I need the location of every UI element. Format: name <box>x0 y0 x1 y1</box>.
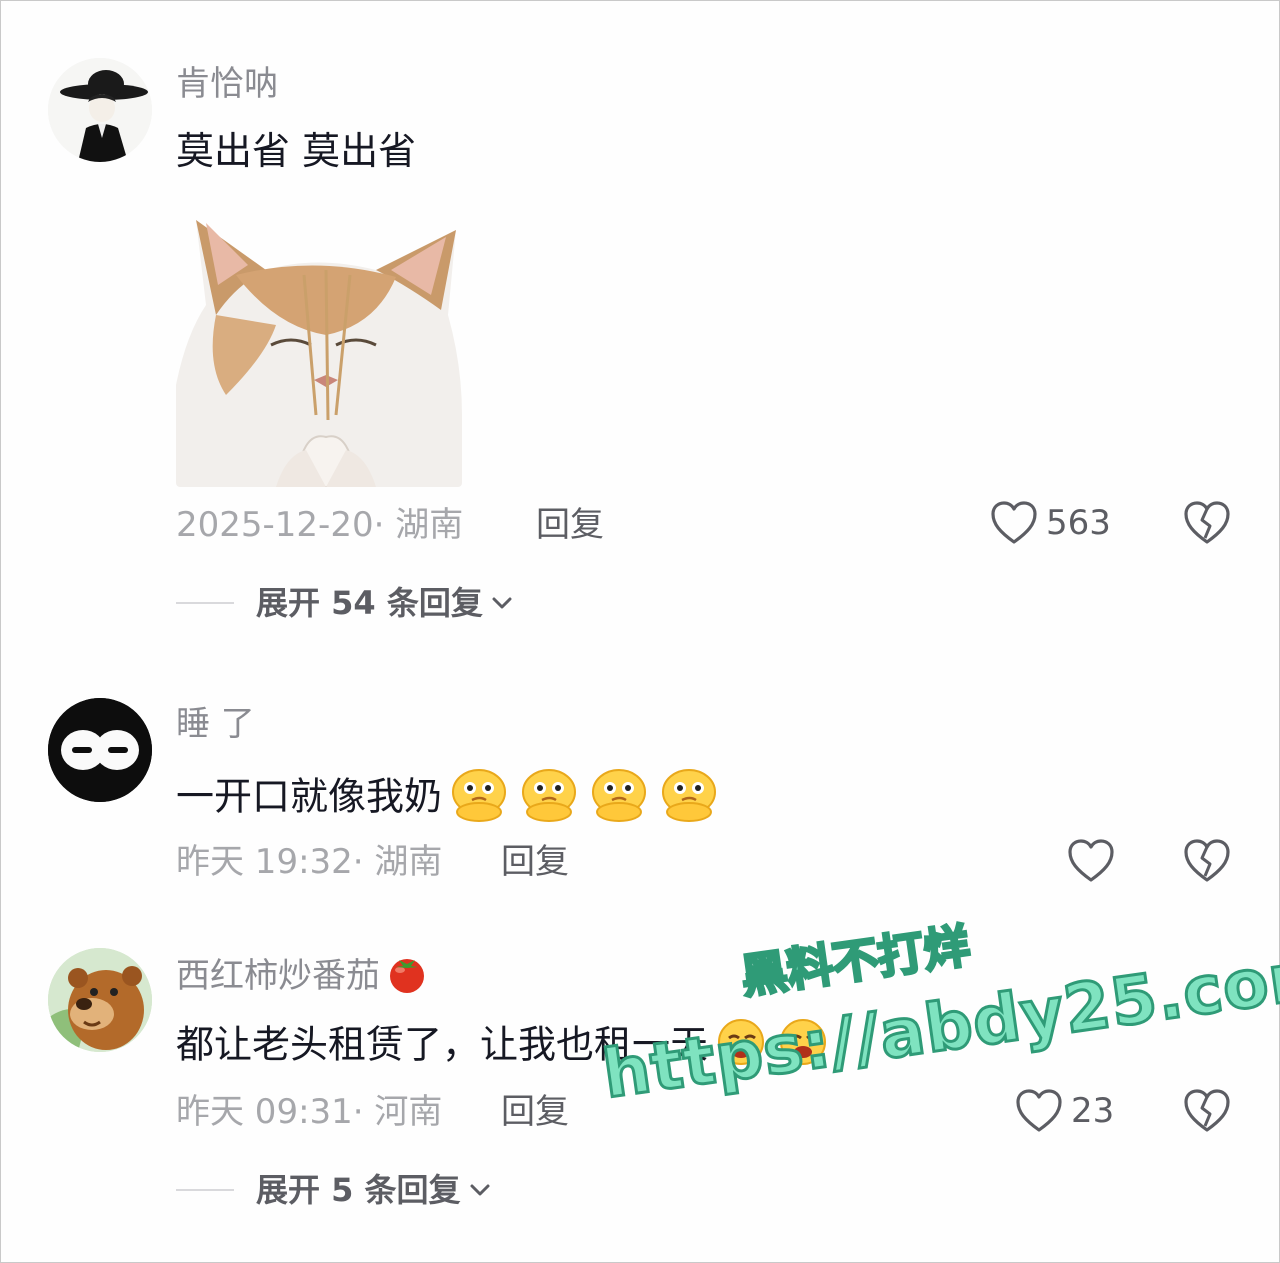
heart-outline-icon <box>991 501 1037 544</box>
expand-replies-button[interactable]: 展开 54 条回复 <box>176 583 513 623</box>
avatar[interactable] <box>48 698 152 802</box>
divider-line <box>176 1189 234 1191</box>
thinking-face-emoji <box>656 766 722 832</box>
comment-text: 莫出省 莫出省 <box>176 129 417 173</box>
expand-replies-label: 展开 54 条回复 <box>256 584 483 622</box>
thinking-face-emoji <box>516 766 582 832</box>
broken-heart-icon <box>1184 501 1230 544</box>
like-button[interactable] <box>1067 838 1115 884</box>
dislike-button[interactable] <box>1183 1088 1231 1138</box>
avatar[interactable] <box>48 948 152 1052</box>
divider-line <box>176 602 234 604</box>
reply-button[interactable]: 回复 <box>501 1092 569 1132</box>
dislike-button[interactable] <box>1183 838 1231 888</box>
comment-date-location: 昨天 19:32· 湖南 <box>176 842 443 882</box>
username[interactable]: 西红柿炒番茄 <box>176 952 430 1003</box>
chevron-down-icon <box>470 1184 490 1196</box>
reply-button[interactable]: 回复 <box>501 842 569 882</box>
comment-date-location: 2025-12-20· 湖南 <box>176 505 464 545</box>
comment-date-location: 昨天 09:31· 河南 <box>176 1092 443 1132</box>
like-button[interactable]: 23 <box>1015 1088 1114 1134</box>
broken-heart-icon <box>1184 839 1230 882</box>
username-text: 西红柿炒番茄 <box>176 956 380 996</box>
heart-outline-icon <box>1068 839 1114 882</box>
chevron-down-icon <box>492 597 512 609</box>
avatar[interactable] <box>48 58 152 162</box>
dislike-button[interactable] <box>1183 500 1231 550</box>
expand-replies-button[interactable]: 展开 5 条回复 <box>176 1170 491 1210</box>
comment-text: 一开口就像我奶 <box>176 766 722 832</box>
reply-button[interactable]: 回复 <box>536 505 604 545</box>
like-button[interactable]: 563 <box>990 500 1111 546</box>
like-count: 563 <box>1046 503 1111 543</box>
like-count: 23 <box>1071 1091 1115 1131</box>
username[interactable]: 睡 了 <box>176 704 255 744</box>
tomato-emoji <box>384 952 430 1003</box>
heart-outline-icon <box>1016 1089 1062 1132</box>
broken-heart-icon <box>1184 1089 1230 1132</box>
thinking-face-emoji <box>586 766 652 832</box>
username[interactable]: 肯恰呐 <box>176 64 278 104</box>
thinking-face-emoji <box>446 766 512 832</box>
expand-replies-label: 展开 5 条回复 <box>256 1171 461 1209</box>
comment-text-content: 一开口就像我奶 <box>176 774 443 819</box>
cat-praying-sticker[interactable] <box>176 215 462 487</box>
